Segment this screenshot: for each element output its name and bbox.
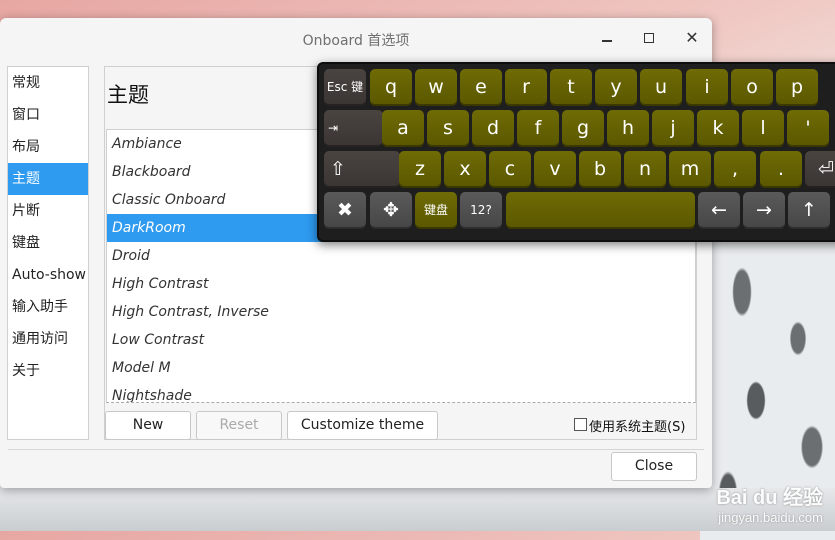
key-l[interactable]: l bbox=[742, 110, 784, 147]
key-shift[interactable]: ⇧ bbox=[324, 151, 400, 188]
maximize-button[interactable] bbox=[639, 28, 659, 48]
key-apostrophe[interactable]: ' bbox=[787, 110, 829, 147]
key-enter[interactable]: ⏎ bbox=[805, 151, 835, 188]
theme-item-nightshade[interactable]: Nightshade bbox=[107, 382, 695, 402]
panel-heading: 主题 bbox=[107, 83, 149, 107]
key-a[interactable]: a bbox=[382, 110, 424, 147]
new-theme-button[interactable]: New bbox=[105, 411, 191, 440]
key-h[interactable]: h bbox=[607, 110, 649, 147]
close-window-button[interactable]: ✕ bbox=[682, 28, 702, 48]
sidebar-item-layout[interactable]: 布局 bbox=[8, 131, 88, 163]
theme-item-low-contrast[interactable]: Low Contrast bbox=[107, 326, 695, 354]
use-system-theme-label[interactable]: 使用系统主题(S) bbox=[589, 416, 685, 435]
key-u[interactable]: u bbox=[640, 69, 682, 106]
key-z[interactable]: z bbox=[399, 151, 441, 188]
key-d[interactable]: d bbox=[472, 110, 514, 147]
key-y[interactable]: y bbox=[595, 69, 637, 106]
close-button[interactable]: Close bbox=[611, 452, 697, 481]
theme-item-droid[interactable]: Droid bbox=[107, 242, 695, 270]
sidebar: 常规 窗口 布局 主题 片断 键盘 Auto-show 输入助手 通用访问 关于 bbox=[7, 66, 89, 440]
key-hide[interactable]: ✖ bbox=[324, 192, 366, 229]
key-c[interactable]: c bbox=[489, 151, 531, 188]
key-g[interactable]: g bbox=[562, 110, 604, 147]
sidebar-item-input-assistant[interactable]: 输入助手 bbox=[8, 291, 88, 323]
key-e[interactable]: e bbox=[460, 69, 502, 106]
key-keyboard-layout[interactable]: 键盘 bbox=[415, 192, 457, 229]
baidu-jingyan-watermark: Bai du 经验 jingyan.baidu.com bbox=[716, 481, 823, 525]
key-t[interactable]: t bbox=[550, 69, 592, 106]
key-v[interactable]: v bbox=[534, 151, 576, 188]
key-r[interactable]: r bbox=[505, 69, 547, 106]
key-arrow-left[interactable]: ← bbox=[698, 192, 740, 229]
separator bbox=[8, 449, 704, 450]
sidebar-item-general[interactable]: 常规 bbox=[8, 67, 88, 99]
onboard-keyboard: Esc 键 q w e r t y u i o p ⇥ a s d f g h … bbox=[317, 62, 835, 242]
theme-item-model-m[interactable]: Model M bbox=[107, 354, 695, 382]
desktop-background-bottom bbox=[0, 488, 835, 531]
sidebar-item-snippets[interactable]: 片断 bbox=[8, 195, 88, 227]
key-numbers[interactable]: 12? bbox=[460, 192, 502, 229]
key-move[interactable]: ✥ bbox=[370, 192, 412, 229]
sidebar-item-accessibility[interactable]: 通用访问 bbox=[8, 323, 88, 355]
sidebar-item-window[interactable]: 窗口 bbox=[8, 99, 88, 131]
key-k[interactable]: k bbox=[697, 110, 739, 147]
key-comma[interactable]: , bbox=[714, 151, 756, 188]
sidebar-item-theme[interactable]: 主题 bbox=[8, 163, 88, 195]
titlebar: Onboard 首选项 ✕ bbox=[0, 18, 712, 60]
key-b[interactable]: b bbox=[579, 151, 621, 188]
sidebar-item-auto-show[interactable]: Auto-show bbox=[8, 259, 88, 291]
key-i[interactable]: i bbox=[686, 69, 728, 106]
reset-theme-button[interactable]: Reset bbox=[196, 411, 282, 440]
minimize-button[interactable] bbox=[597, 28, 617, 48]
key-o[interactable]: o bbox=[731, 69, 773, 106]
watermark-logo: Bai du 经验 bbox=[716, 487, 823, 509]
use-system-theme-checkbox[interactable] bbox=[574, 418, 587, 431]
key-p[interactable]: p bbox=[776, 69, 818, 106]
watermark-url: jingyan.baidu.com bbox=[718, 510, 823, 525]
key-w[interactable]: w bbox=[415, 69, 457, 106]
key-esc[interactable]: Esc 键 bbox=[324, 69, 366, 106]
key-j[interactable]: j bbox=[652, 110, 694, 147]
key-arrow-right[interactable]: → bbox=[743, 192, 785, 229]
theme-item-high-contrast[interactable]: High Contrast bbox=[107, 270, 695, 298]
sidebar-item-about[interactable]: 关于 bbox=[8, 355, 88, 387]
key-q[interactable]: q bbox=[370, 69, 412, 106]
key-x[interactable]: x bbox=[444, 151, 486, 188]
key-arrow-up[interactable]: ↑ bbox=[788, 192, 830, 229]
key-tab[interactable]: ⇥ bbox=[324, 110, 383, 147]
key-m[interactable]: m bbox=[669, 151, 711, 188]
key-space[interactable] bbox=[506, 192, 695, 229]
theme-item-high-contrast-inverse[interactable]: High Contrast, Inverse bbox=[107, 298, 695, 326]
key-f[interactable]: f bbox=[517, 110, 559, 147]
customize-theme-button[interactable]: Customize theme bbox=[287, 411, 438, 440]
key-n[interactable]: n bbox=[624, 151, 666, 188]
key-period[interactable]: . bbox=[760, 151, 802, 188]
key-s[interactable]: s bbox=[427, 110, 469, 147]
sidebar-item-keyboard[interactable]: 键盘 bbox=[8, 227, 88, 259]
